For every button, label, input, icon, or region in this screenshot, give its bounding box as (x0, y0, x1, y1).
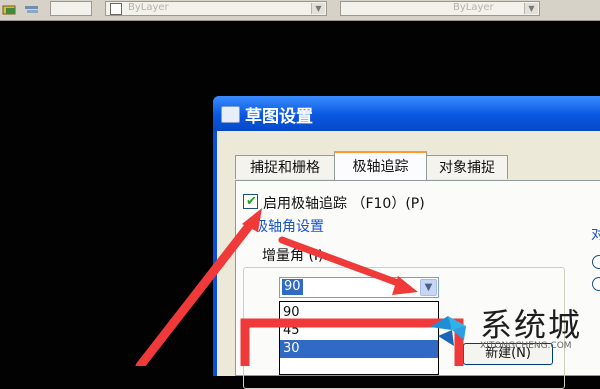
increment-angle-combo[interactable]: 90 ▼ (279, 277, 439, 298)
increment-angle-dropdown-list: 90 45 30 (279, 301, 439, 375)
watermark-text: 系统城 (480, 306, 583, 344)
linetype-combo[interactable]: ByLayer ▼ (340, 1, 540, 16)
dialog-titlebar[interactable]: 草图设置 (213, 96, 600, 131)
linetype-combo-value: ByLayer (453, 2, 494, 13)
chevron-down-icon[interactable]: ▼ (524, 3, 538, 14)
watermark: 系统城 XITONGCHENG.COM (422, 302, 600, 366)
enable-polar-tracking-label[interactable]: 启用极轴追踪 （F10）(P) (263, 193, 425, 213)
polar-angle-group-title: 极轴角设置 (254, 216, 326, 236)
dropdown-option[interactable]: 90 (280, 304, 438, 322)
dialog-app-icon (221, 106, 240, 123)
watermark-logo-icon (424, 302, 474, 352)
increment-angle-value: 90 (282, 279, 303, 295)
dropdown-option-selected[interactable]: 30 (280, 340, 438, 358)
radio-button[interactable] (592, 255, 600, 269)
toolbar: ByLayer ▼ ByLayer ▼ (0, 0, 600, 21)
dropdown-option[interactable]: 45 (280, 322, 438, 340)
chevron-down-icon[interactable]: ▼ (420, 279, 437, 296)
enable-polar-tracking-checkbox[interactable]: ✔ (243, 194, 258, 209)
layer-icon[interactable] (2, 1, 18, 15)
layers-stack-icon[interactable] (24, 1, 40, 13)
checkmark-icon: ✔ (246, 194, 257, 209)
watermark-subtext: XITONGCHENG.COM (480, 341, 572, 351)
color-combo[interactable]: ByLayer ▼ (105, 1, 327, 16)
toolbar-spacer (50, 1, 92, 16)
color-swatch-icon (110, 3, 122, 15)
right-group-partial-title: 对 (591, 227, 600, 243)
tab-snap-and-grid[interactable]: 捕捉和栅格 (235, 155, 335, 179)
tab-object-snap[interactable]: 对象捕捉 (426, 155, 508, 179)
radio-button[interactable] (592, 277, 600, 291)
color-combo-value: ByLayer (128, 2, 169, 13)
increment-angle-label: 增量角 (I): (262, 248, 329, 264)
chevron-down-icon[interactable]: ▼ (311, 3, 325, 14)
dialog-title: 草图设置 (245, 107, 313, 127)
tab-polar-tracking[interactable]: 极轴追踪 (334, 151, 427, 180)
